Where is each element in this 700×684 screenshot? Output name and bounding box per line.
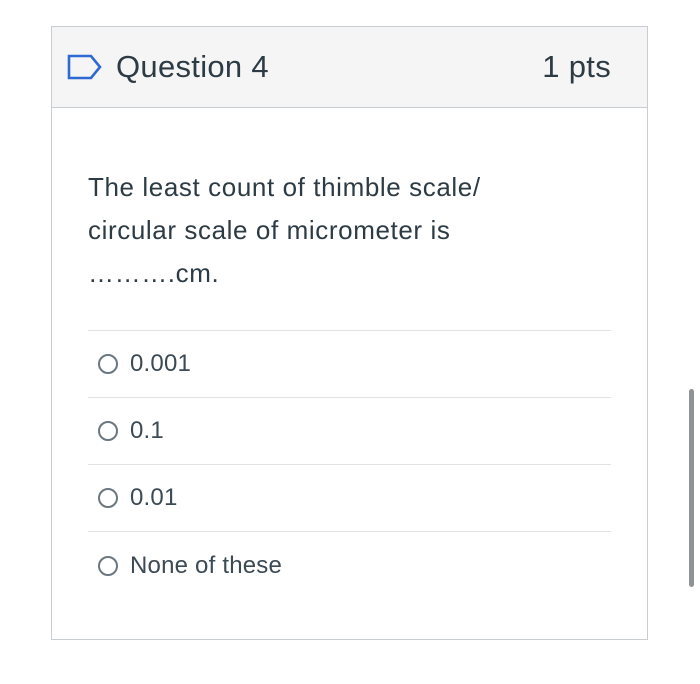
radio-button[interactable] — [98, 488, 118, 508]
question-text-line: ……….cm. — [88, 258, 220, 288]
answer-list: 0.001 0.1 0.01 None of these — [88, 330, 611, 599]
answer-label: 0.01 — [130, 484, 178, 511]
answer-option[interactable]: 0.01 — [88, 465, 611, 532]
vertical-scrollbar[interactable] — [689, 389, 694, 587]
question-text: The least count of thimble scale/ circul… — [88, 166, 611, 295]
question-header: Question 4 1 pts — [52, 27, 647, 108]
answer-label: 0.1 — [130, 417, 164, 444]
answer-label: None of these — [130, 551, 283, 579]
answer-label: 0.001 — [130, 350, 192, 377]
question-text-line: circular scale of micrometer is — [88, 215, 451, 245]
question-text-line: The least count of thimble scale/ — [88, 172, 481, 202]
radio-button[interactable] — [98, 421, 118, 441]
answer-option[interactable]: None of these — [88, 532, 611, 599]
radio-button[interactable] — [98, 555, 118, 576]
radio-button[interactable] — [98, 354, 118, 374]
answer-option[interactable]: 0.1 — [88, 398, 611, 465]
question-body: The least count of thimble scale/ circul… — [52, 166, 647, 599]
question-title: Question 4 — [116, 49, 269, 84]
answer-option[interactable]: 0.001 — [88, 331, 611, 398]
question-points: 1 pts — [542, 49, 611, 84]
question-card: Question 4 1 pts The least count of thim… — [51, 26, 648, 640]
flag-question-icon[interactable] — [66, 53, 106, 81]
